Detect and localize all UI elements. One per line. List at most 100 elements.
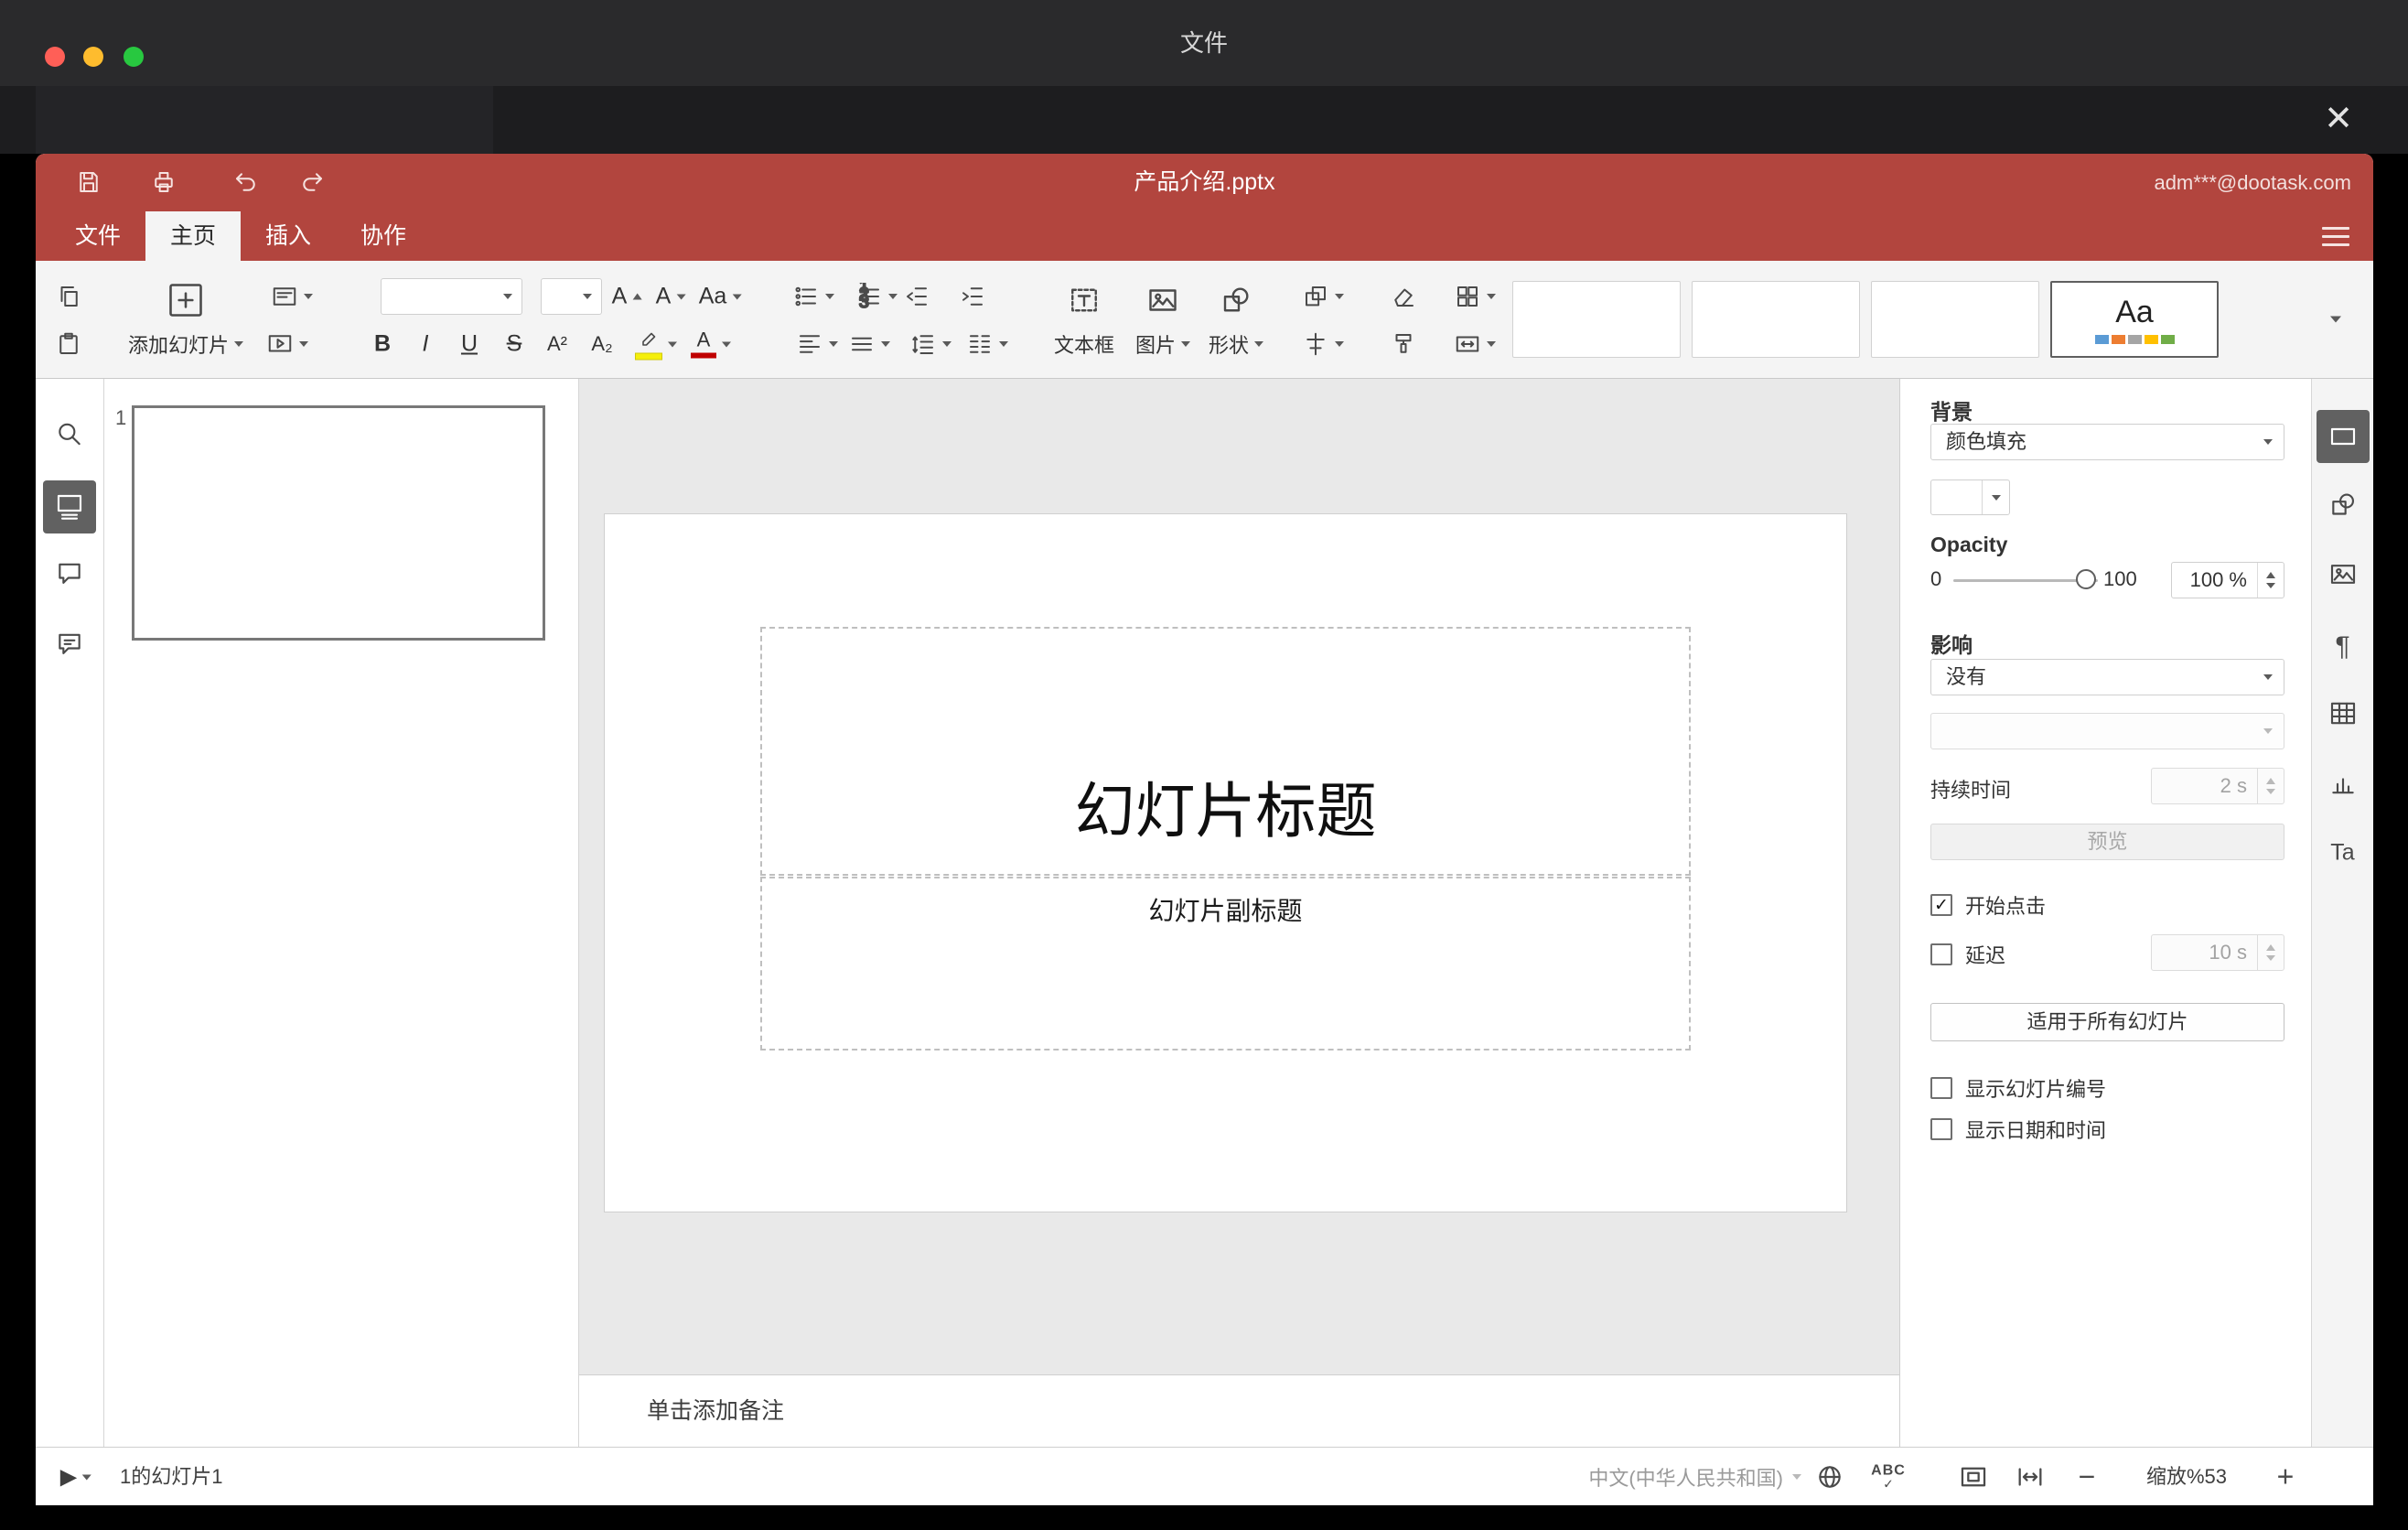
duration-input[interactable]: 2 s bbox=[2151, 768, 2284, 804]
font-size-select[interactable] bbox=[541, 278, 602, 315]
theme-gallery-expand-button[interactable] bbox=[2330, 316, 2341, 323]
copy-icon[interactable] bbox=[55, 283, 82, 310]
arrange-shapes-button[interactable] bbox=[1302, 283, 1344, 310]
subtitle-placeholder[interactable]: 幻灯片副标题 bbox=[760, 877, 1691, 1051]
paste-icon[interactable] bbox=[55, 330, 82, 358]
spinner-arrows[interactable] bbox=[2257, 769, 2284, 803]
shape-button[interactable]: 形状 bbox=[1209, 329, 1264, 359]
notes-area[interactable]: 单击添加备注 bbox=[579, 1374, 1899, 1447]
theme-thumbnail[interactable] bbox=[1871, 281, 2039, 358]
slide-thumbnail-panel: 1 bbox=[104, 379, 579, 1447]
start-on-click-checkbox[interactable]: ✓ bbox=[1930, 894, 1952, 916]
start-slideshow-status-button[interactable]: ▶ bbox=[60, 1464, 92, 1491]
theme-thumbnail[interactable] bbox=[1692, 281, 1860, 358]
menu-icon[interactable] bbox=[2322, 227, 2349, 246]
align-shapes-button[interactable] bbox=[1302, 330, 1344, 358]
add-slide-button[interactable]: 添加幻灯片 bbox=[128, 329, 244, 359]
textart-settings-icon[interactable]: Ta bbox=[2330, 840, 2354, 867]
bold-button[interactable]: B bbox=[374, 331, 391, 358]
chevron-down-icon bbox=[888, 294, 898, 299]
chart-settings-icon[interactable] bbox=[2328, 769, 2358, 803]
spellcheck-check: ✓ bbox=[1883, 1476, 1894, 1492]
bullets-button[interactable] bbox=[792, 283, 834, 310]
slide-canvas[interactable]: 幻灯片标题 幻灯片副标题 bbox=[605, 514, 1846, 1212]
fit-width-icon[interactable] bbox=[2015, 1461, 2046, 1492]
font-color-button[interactable]: A bbox=[691, 328, 731, 359]
color-scheme-button[interactable] bbox=[1454, 283, 1496, 310]
tab-collaboration[interactable]: 协作 bbox=[336, 211, 431, 261]
image-settings-icon[interactable] bbox=[2328, 560, 2358, 594]
tab-home[interactable]: 主页 bbox=[145, 211, 242, 261]
start-slideshow-button[interactable] bbox=[266, 330, 308, 358]
chat-icon[interactable] bbox=[55, 630, 84, 664]
strikeout-button[interactable]: S bbox=[507, 331, 522, 358]
font-name-select[interactable] bbox=[381, 278, 522, 315]
close-icon[interactable]: ✕ bbox=[2318, 99, 2359, 139]
arrow-up-icon bbox=[632, 293, 642, 300]
theme-thumbnail[interactable] bbox=[1512, 281, 1681, 358]
decrease-font-button[interactable]: A bbox=[656, 284, 686, 310]
underline-button[interactable]: U bbox=[461, 331, 478, 358]
increase-font-button[interactable]: A bbox=[612, 284, 642, 310]
shape-settings-icon[interactable] bbox=[2328, 490, 2358, 524]
textbox-button[interactable]: 文本框 bbox=[1054, 329, 1114, 359]
increase-indent-icon[interactable] bbox=[959, 283, 986, 310]
search-icon[interactable] bbox=[55, 420, 84, 454]
copy-style-icon[interactable] bbox=[1390, 330, 1417, 358]
slide-layout-button[interactable] bbox=[271, 283, 313, 310]
vertical-align-button[interactable] bbox=[848, 330, 890, 358]
image-icon[interactable] bbox=[1146, 284, 1179, 317]
zoom-level[interactable]: 缩放%53 bbox=[2123, 1448, 2251, 1505]
delay-checkbox[interactable] bbox=[1930, 943, 1952, 965]
clear-style-icon[interactable] bbox=[1390, 283, 1417, 310]
spellcheck-icon[interactable]: ABC ✓ bbox=[1871, 1463, 1906, 1492]
tab-insert[interactable]: 插入 bbox=[241, 211, 336, 261]
set-language-icon[interactable] bbox=[1815, 1462, 1844, 1492]
line-spacing-button[interactable] bbox=[909, 330, 951, 358]
apply-to-all-slides-button[interactable]: 适用于所有幻灯片 bbox=[1930, 1003, 2284, 1041]
horizontal-align-button[interactable] bbox=[796, 330, 838, 358]
shape-icon[interactable] bbox=[1220, 284, 1252, 317]
decrease-indent-icon[interactable] bbox=[903, 283, 930, 310]
slide-editing-area[interactable]: 幻灯片标题 幻灯片副标题 bbox=[579, 379, 1899, 1374]
tab-file[interactable]: 文件 bbox=[50, 211, 145, 261]
italic-button[interactable]: I bbox=[423, 331, 429, 358]
title-placeholder[interactable]: 幻灯片标题 bbox=[760, 627, 1691, 876]
fit-slide-icon[interactable] bbox=[1958, 1461, 1989, 1492]
columns-button[interactable] bbox=[966, 330, 1008, 358]
effect-variant-select[interactable] bbox=[1930, 713, 2284, 749]
zoom-out-button[interactable]: − bbox=[2079, 1460, 2096, 1494]
preview-button[interactable]: 预览 bbox=[1930, 824, 2284, 860]
numbering-button[interactable] bbox=[855, 283, 898, 310]
show-date-time-checkbox[interactable] bbox=[1930, 1118, 1952, 1140]
spinner-arrows[interactable] bbox=[2257, 935, 2284, 970]
language-selector[interactable]: 中文(中华人民共和国) bbox=[1500, 1448, 1801, 1505]
effect-select[interactable]: 没有 bbox=[1930, 659, 2284, 695]
add-slide-icon[interactable] bbox=[166, 280, 206, 320]
slides-panel-icon[interactable] bbox=[43, 480, 96, 533]
comments-icon[interactable] bbox=[55, 560, 84, 594]
textbox-icon[interactable] bbox=[1068, 284, 1101, 317]
zoom-in-button[interactable]: + bbox=[2277, 1460, 2295, 1494]
fill-type-select[interactable]: 颜色填充 bbox=[1930, 424, 2284, 460]
slide-size-button[interactable] bbox=[1454, 330, 1496, 358]
highlight-color-button[interactable] bbox=[635, 329, 677, 361]
image-button[interactable]: 图片 bbox=[1135, 329, 1191, 359]
screen: 文件 ✕ 产品介绍.pptx adm***@dootask.com 文件 主页 … bbox=[0, 0, 2408, 1530]
slide-thumbnail-1[interactable] bbox=[132, 405, 545, 641]
table-settings-icon[interactable] bbox=[2328, 699, 2358, 733]
editor-header: 产品介绍.pptx adm***@dootask.com 文件 主页 插入 协作 bbox=[36, 154, 2373, 261]
spinner-arrows[interactable] bbox=[2257, 563, 2284, 598]
slide-settings-icon[interactable] bbox=[2316, 410, 2370, 463]
subscript-button[interactable]: A₂ bbox=[591, 332, 612, 356]
superscript-button[interactable]: A² bbox=[547, 332, 567, 356]
show-slide-number-checkbox[interactable] bbox=[1930, 1077, 1952, 1099]
opacity-value-input[interactable]: 100 % bbox=[2171, 562, 2284, 598]
opacity-slider-knob[interactable] bbox=[2076, 569, 2096, 589]
font-color-letter: A bbox=[696, 328, 711, 351]
delay-input[interactable]: 10 s bbox=[2151, 934, 2284, 971]
paragraph-settings-icon[interactable]: ¶ bbox=[2335, 631, 2349, 663]
change-case-button[interactable]: Aa bbox=[699, 284, 742, 310]
fill-color-swatch[interactable] bbox=[1930, 479, 2010, 515]
theme-thumbnail-selected[interactable]: Aa bbox=[2050, 281, 2219, 358]
